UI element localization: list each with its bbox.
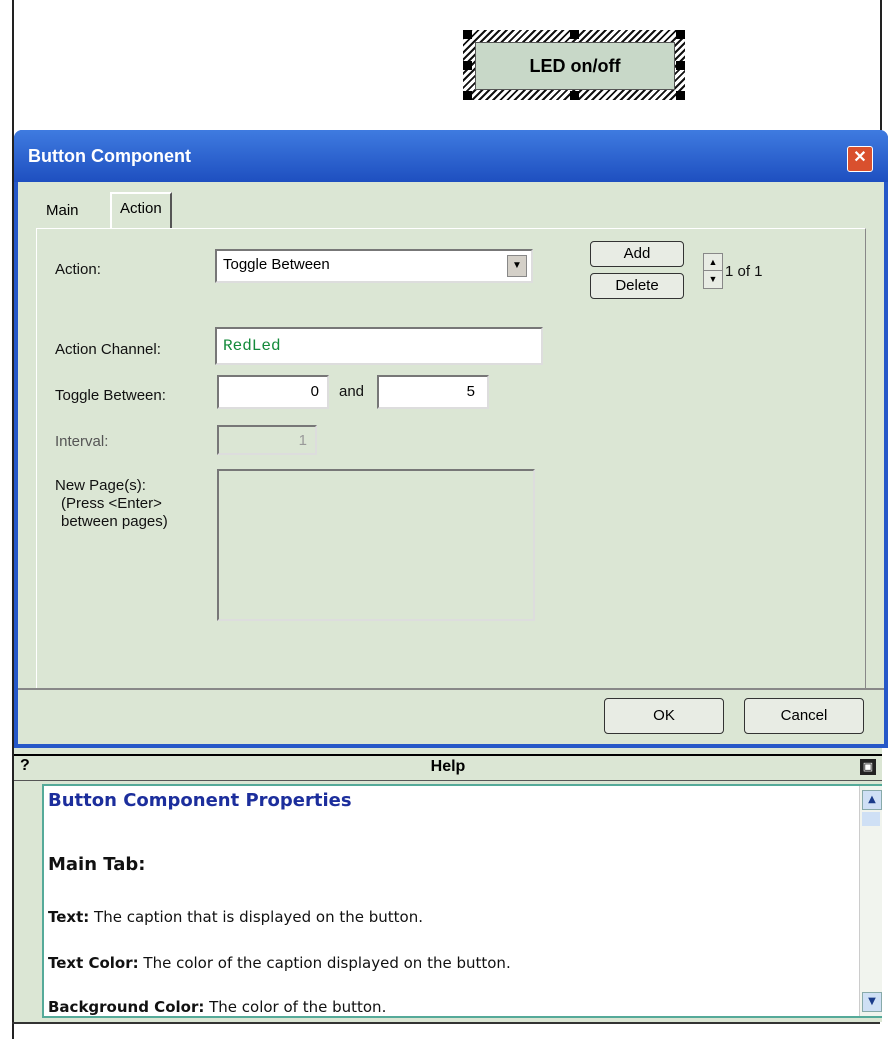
action-label: Action: (55, 261, 101, 278)
delete-button[interactable]: Delete (590, 273, 684, 299)
tab-main[interactable]: Main (38, 196, 87, 228)
ok-button[interactable]: OK (604, 698, 724, 734)
help-content: Button Component Properties Main Tab: Te… (42, 784, 882, 1018)
interval-value: 1 (298, 432, 307, 449)
toggle-from-value: 0 (310, 383, 319, 400)
button-component-dialog: Button Component ✕ Main Action Action: T… (14, 130, 888, 748)
interval-input: 1 (217, 425, 317, 455)
add-button[interactable]: Add (590, 241, 684, 267)
help-term: Text Color: (48, 954, 139, 972)
toggle-from-input[interactable]: 0 (217, 375, 329, 409)
frame-right-border (880, 0, 882, 130)
pin-icon[interactable]: ▣ (860, 759, 876, 775)
help-line: Background Color: The color of the butto… (48, 998, 386, 1016)
toggle-to-value: 5 (466, 383, 475, 400)
tab-action[interactable]: Action (110, 192, 172, 230)
help-subheading: Main Tab: (48, 854, 146, 875)
help-desc: The color of the button. (204, 998, 387, 1016)
action-select[interactable]: Toggle Between ▼ (215, 249, 533, 283)
help-line: Text Color: The color of the caption dis… (48, 954, 511, 972)
help-pane: ? Help ▣ Button Component Properties Mai… (14, 748, 882, 1022)
toggle-to-input[interactable]: 5 (377, 375, 489, 409)
led-toggle-button[interactable]: LED on/off (475, 42, 675, 90)
help-term: Text: (48, 908, 90, 926)
led-button-selection[interactable]: LED on/off (463, 30, 685, 100)
help-scrollbar[interactable]: ▲ ▼ (859, 786, 882, 1016)
resize-handle-sw[interactable] (463, 91, 472, 100)
new-pages-hint-2: between pages) (61, 513, 168, 530)
help-desc: The color of the caption displayed on th… (138, 954, 511, 972)
help-line: Text: The caption that is displayed on t… (48, 908, 423, 926)
caret-up-icon[interactable]: ▲ (704, 254, 722, 271)
new-pages-hint-1: (Press <Enter> (61, 495, 162, 512)
action-counter: 1 of 1 (725, 263, 763, 280)
help-heading: Button Component Properties (48, 790, 352, 811)
dialog-separator (18, 688, 884, 690)
action-channel-value: RedLed (223, 337, 281, 355)
chevron-down-icon[interactable]: ▼ (507, 255, 527, 277)
action-select-value: Toggle Between (223, 256, 330, 273)
help-header: ? Help ▣ (14, 754, 882, 781)
caret-down-icon[interactable]: ▼ (704, 271, 722, 287)
help-term: Background Color: (48, 998, 205, 1016)
resize-handle-nw[interactable] (463, 30, 472, 39)
dialog-client: Main Action Action: Toggle Between ▼ Add… (18, 182, 884, 744)
new-pages-textarea[interactable] (217, 469, 535, 621)
dialog-title: Button Component (28, 146, 191, 166)
new-pages-label: New Page(s): (55, 477, 146, 494)
resize-handle-w[interactable] (463, 61, 472, 70)
help-title: Help (430, 758, 466, 775)
action-spinner[interactable]: ▲ ▼ (703, 253, 723, 289)
toggle-between-label: Toggle Between: (55, 387, 166, 404)
resize-handle-ne[interactable] (676, 30, 685, 39)
action-channel-label: Action Channel: (55, 341, 161, 358)
cancel-button[interactable]: Cancel (744, 698, 864, 734)
resize-handle-n[interactable] (570, 30, 579, 39)
action-tab-panel: Action: Toggle Between ▼ Add Delete ▲ ▼ … (36, 228, 866, 690)
close-icon[interactable]: ✕ (847, 146, 873, 172)
interval-label: Interval: (55, 433, 109, 450)
frame-bottom-border (12, 1022, 880, 1024)
scroll-down-icon[interactable]: ▼ (862, 992, 882, 1012)
resize-handle-e[interactable] (676, 61, 685, 70)
action-channel-input[interactable]: RedLed (215, 327, 543, 365)
help-desc: The caption that is displayed on the but… (89, 908, 424, 926)
toggle-and-label: and (339, 383, 365, 400)
scroll-up-icon[interactable]: ▲ (862, 790, 882, 810)
scroll-thumb[interactable] (862, 812, 880, 826)
resize-handle-se[interactable] (676, 91, 685, 100)
resize-handle-s[interactable] (570, 91, 579, 100)
dialog-titlebar[interactable]: Button Component ✕ (14, 130, 888, 182)
